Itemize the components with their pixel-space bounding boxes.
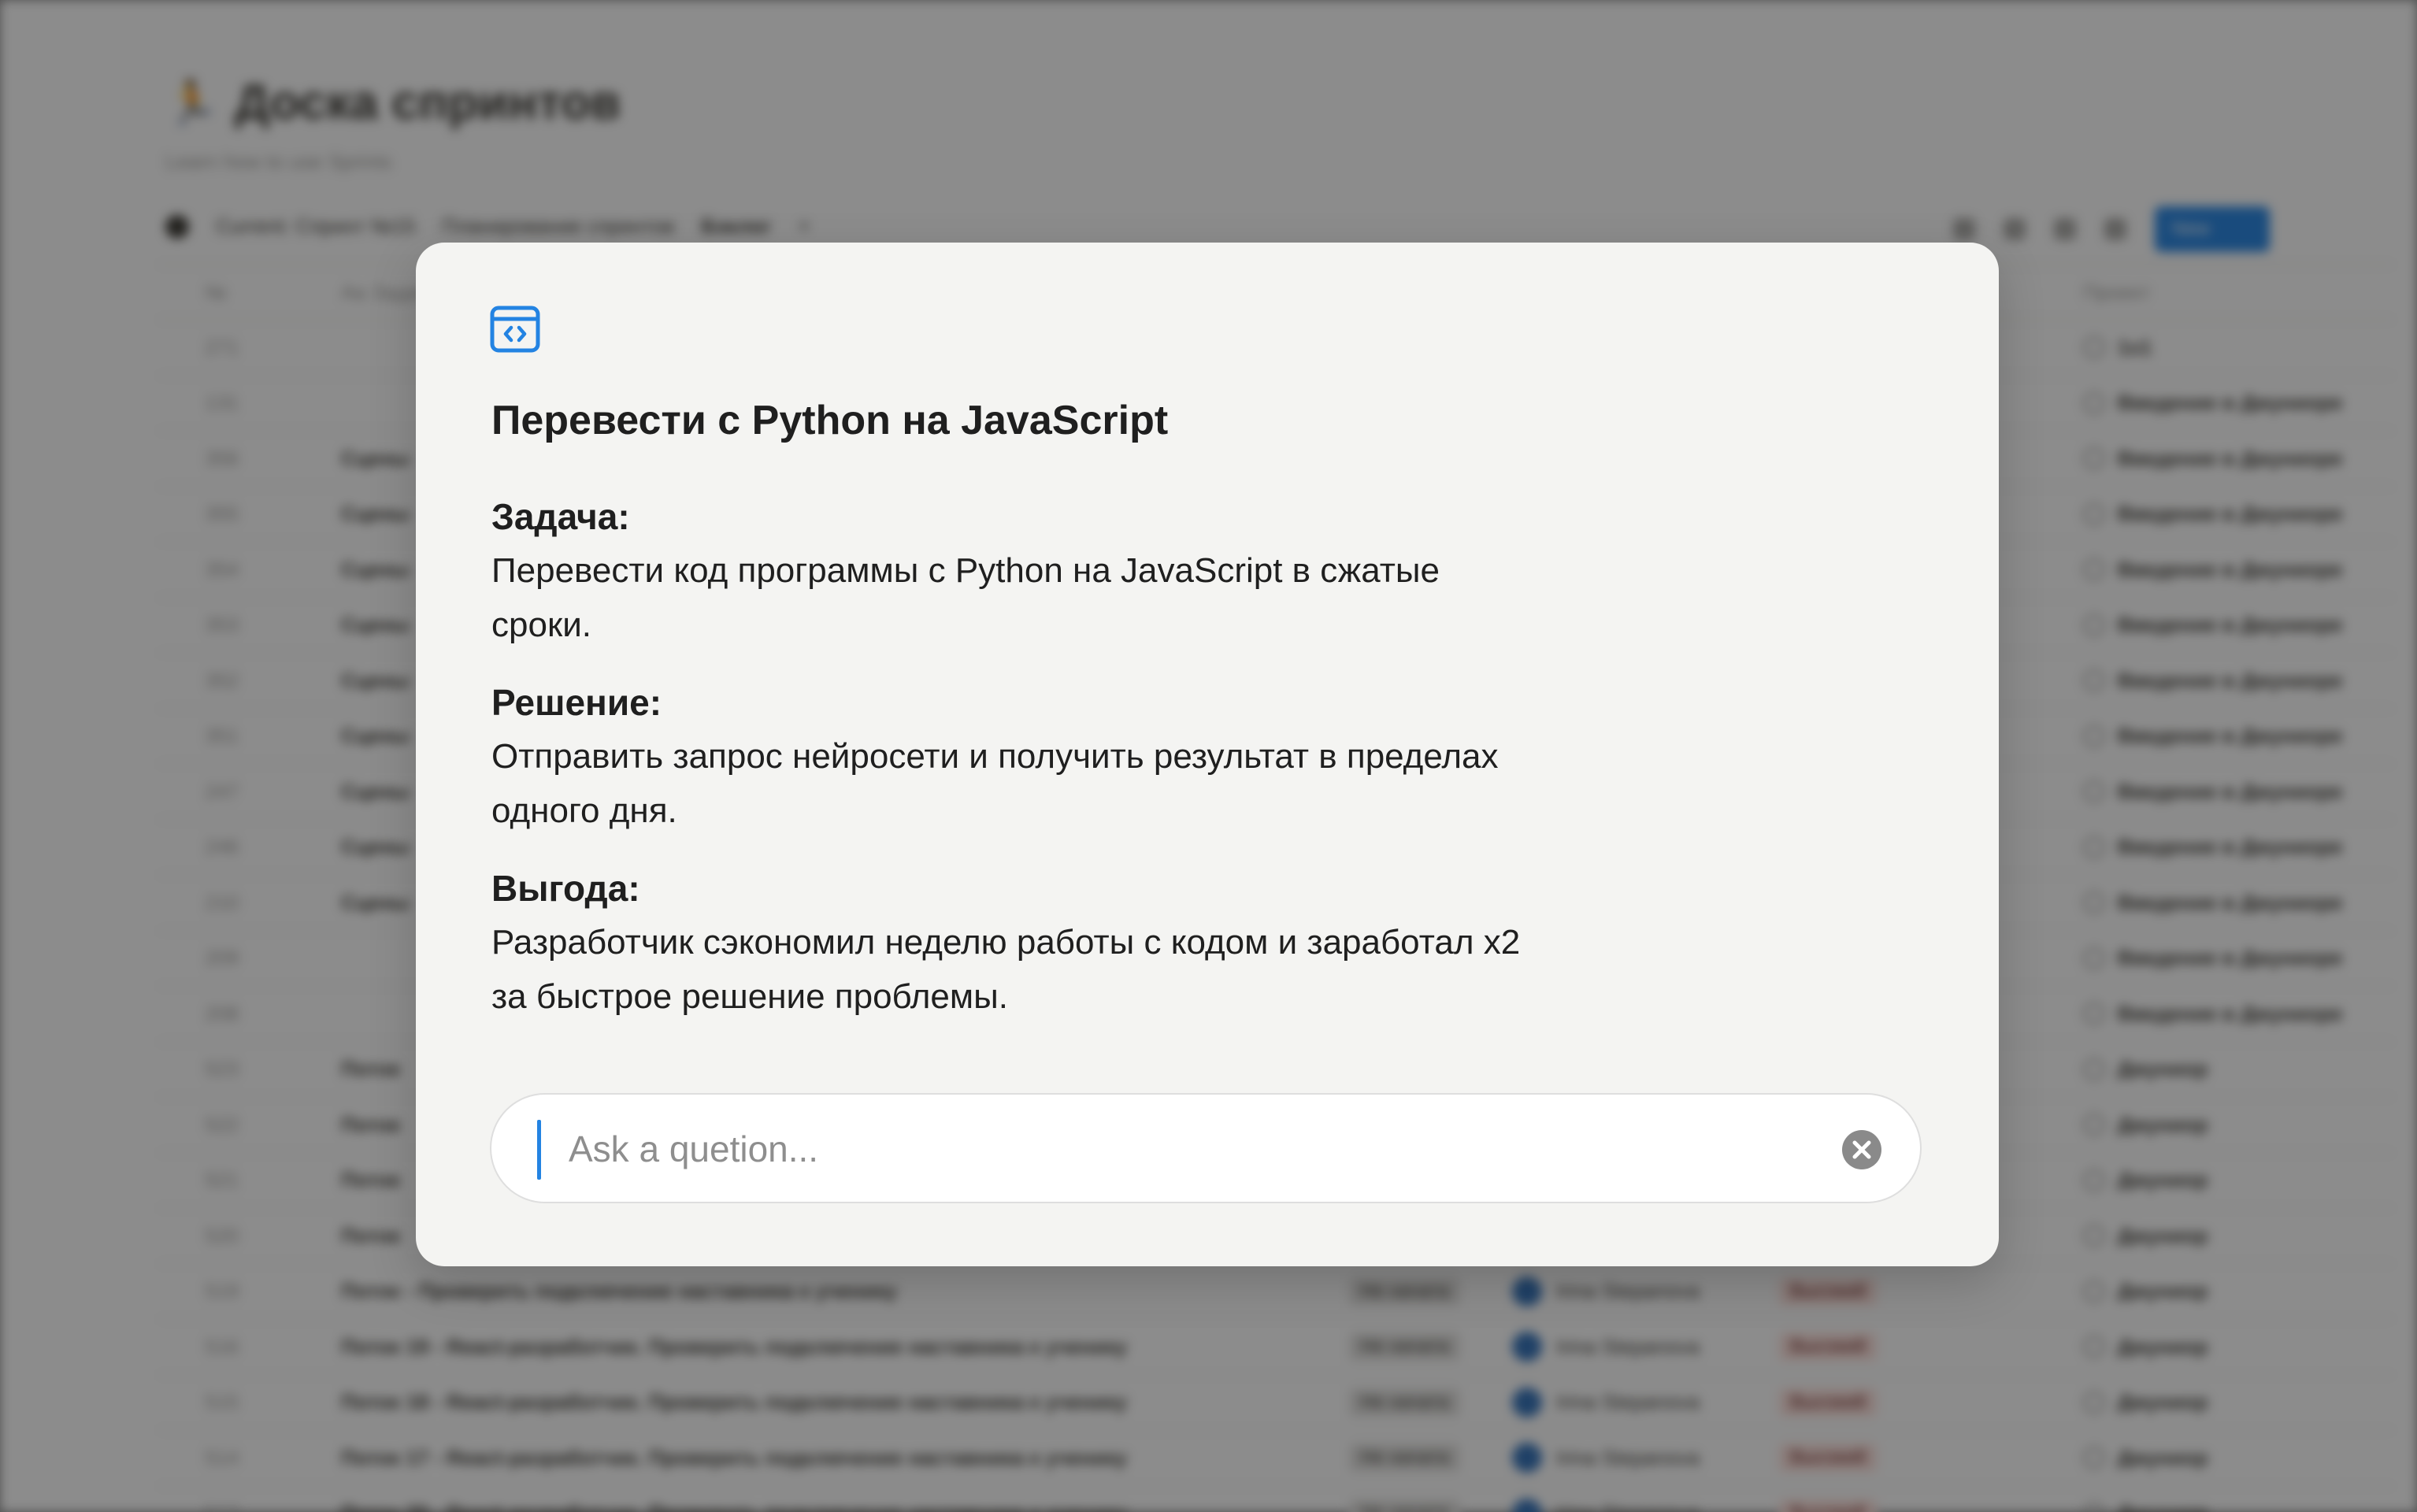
prompt-modal: Перевести с Python на JavaScript Задача:…	[416, 243, 1999, 1266]
screen: 🏃 Доска спринтов Learn how to use Sprint…	[0, 0, 2417, 1512]
section-solution: Решение: Отправить запрос нейросети и по…	[491, 676, 1547, 838]
ask-field[interactable]	[490, 1093, 1922, 1203]
text-caret	[537, 1120, 541, 1180]
section-label: Выгода:	[491, 868, 640, 909]
modal-body: Задача: Перевести код программы с Python…	[491, 490, 1547, 1047]
modal-title: Перевести с Python на JavaScript	[491, 398, 1169, 443]
ask-input[interactable]	[567, 1095, 1799, 1203]
close-circle-icon[interactable]	[1841, 1129, 1882, 1170]
section-text: Отправить запрос нейросети и получить ре…	[491, 737, 1499, 830]
section-label: Задача:	[491, 496, 630, 537]
section-text: Перевести код программы с Python на Java…	[491, 551, 1440, 644]
section-task: Задача: Перевести код программы с Python…	[491, 490, 1547, 652]
section-text: Разработчик сэкономил неделю работы с ко…	[491, 923, 1521, 1016]
section-benefit: Выгода: Разработчик сэкономил неделю раб…	[491, 862, 1547, 1024]
code-window-icon	[490, 306, 540, 353]
section-label: Решение:	[491, 682, 662, 723]
